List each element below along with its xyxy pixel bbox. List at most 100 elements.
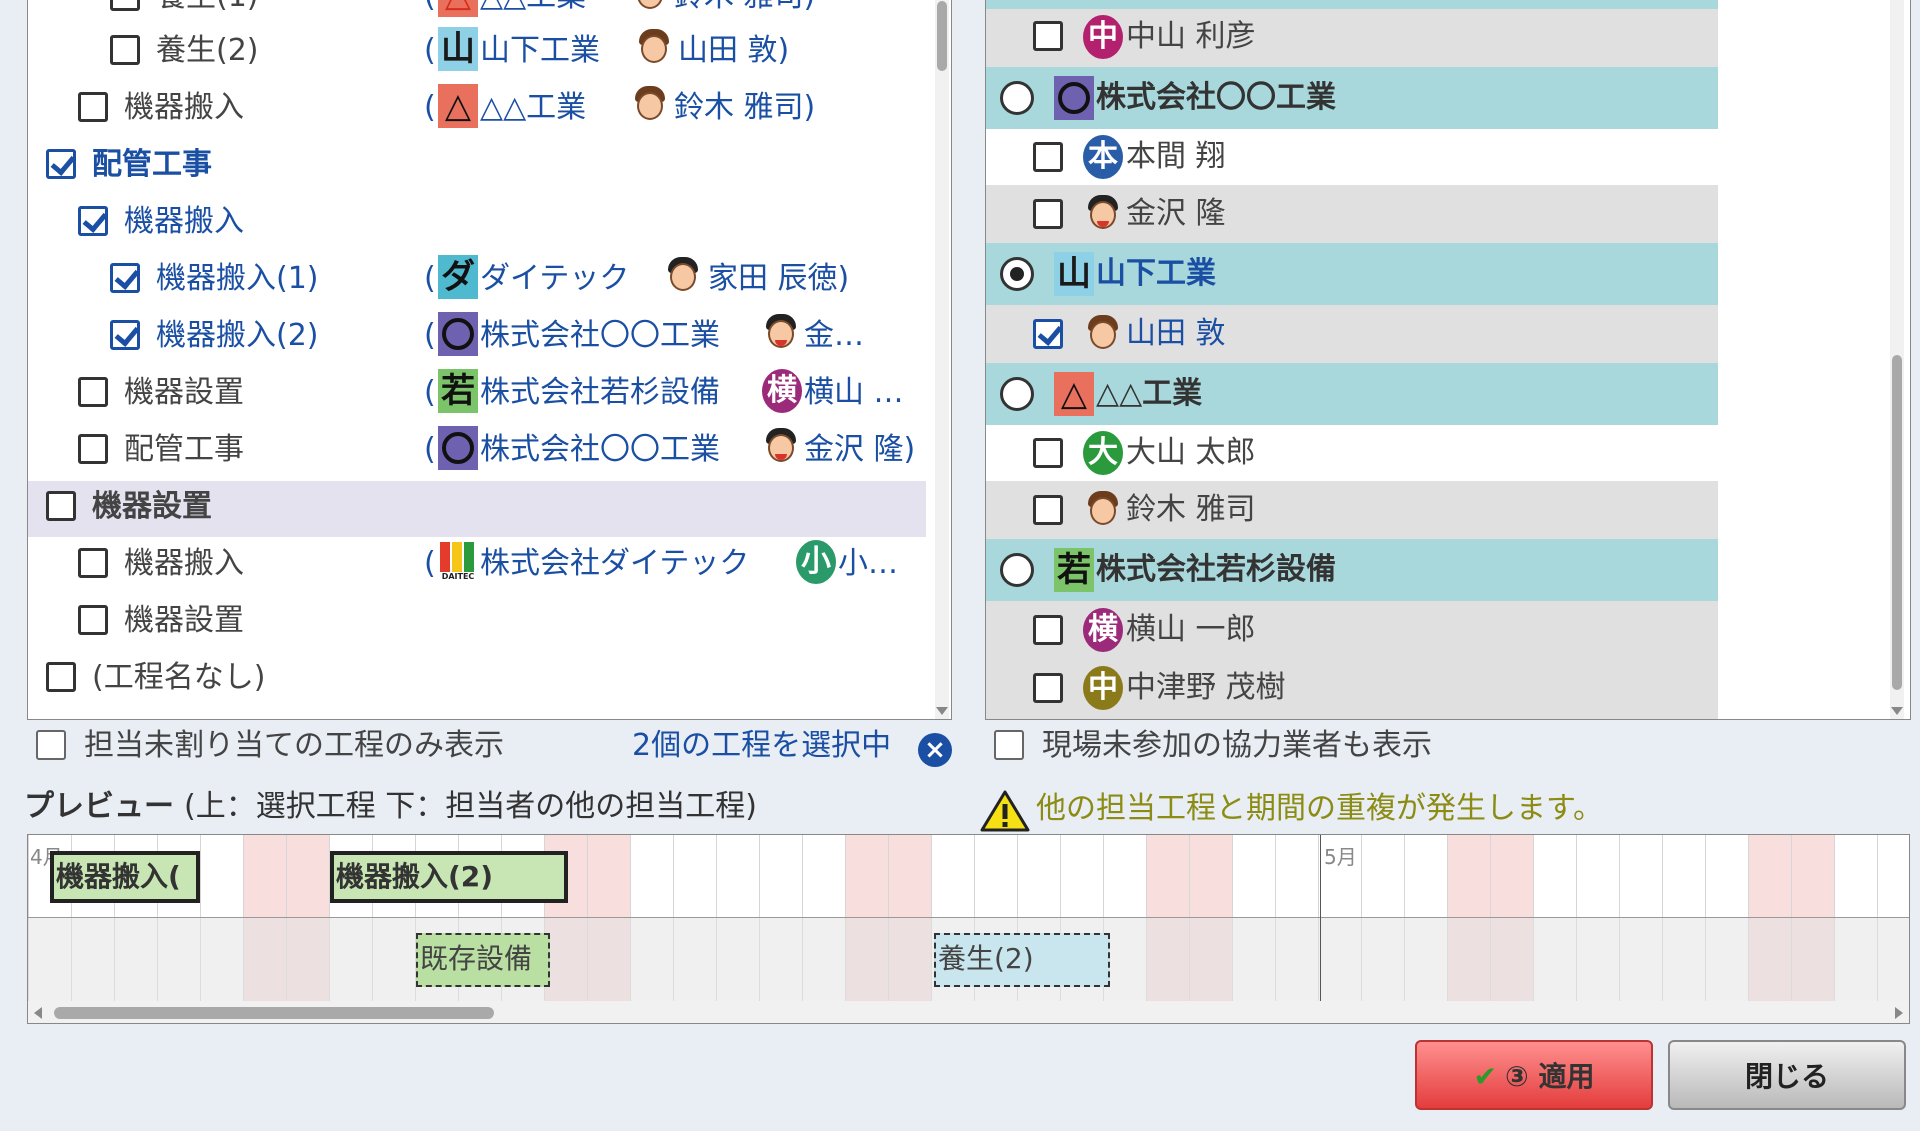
task-checkbox[interactable] [78, 434, 108, 464]
person-avatar-icon [1084, 193, 1122, 237]
scroll-left-arrow-icon[interactable] [34, 1007, 42, 1019]
task-checkbox[interactable] [110, 35, 140, 65]
person-avatar-icon [631, 84, 669, 128]
group-label[interactable]: 配管工事 [92, 145, 212, 185]
company-row[interactable]: 山 山下工業 [986, 243, 1718, 305]
task-tree-scrollbar[interactable] [935, 0, 949, 719]
unassigned-only-label[interactable]: 担当未割り当ての工程のみ表示 [84, 726, 504, 766]
gantt-hscrollbar[interactable] [28, 1001, 1909, 1023]
task-label[interactable]: 機器設置 [124, 601, 244, 641]
person-name: 金沢 隆) [804, 432, 916, 467]
company-row[interactable]: 株式会社〇〇工業 [986, 67, 1718, 129]
group-checkbox[interactable] [46, 149, 76, 179]
person-ko-icon: 小 [796, 540, 836, 584]
company-circle-icon [438, 426, 478, 470]
company-row[interactable]: △ △△工業 [986, 363, 1718, 425]
person-avatar-icon [762, 426, 800, 470]
scrollbar-thumb[interactable] [54, 1007, 494, 1019]
task-checkbox[interactable] [110, 320, 140, 350]
company-name: △△工業 [1096, 376, 1203, 411]
company-name: 株式会社〇〇工業 [1096, 80, 1336, 115]
person-checkbox[interactable] [1033, 199, 1063, 229]
group-checkbox[interactable] [46, 662, 76, 692]
clear-selection-close-icon[interactable]: × [918, 733, 952, 767]
show-non-participants-label[interactable]: 現場未参加の協力業者も表示 [1042, 726, 1432, 766]
task-label[interactable]: 機器設置 [124, 373, 244, 413]
person-avatar-icon [1084, 313, 1122, 357]
preview-title: プレビュー [24, 789, 174, 824]
person-row[interactable]: 本 本間 翔 [986, 129, 1718, 185]
subgroup-label[interactable]: 機器搬入 [124, 202, 244, 242]
gantt-bar-selected[interactable]: 機器搬入(2) [330, 851, 568, 903]
person-row[interactable]: 金沢 隆 [986, 185, 1718, 243]
task-label[interactable]: 養生(2) [156, 31, 259, 71]
person-avatar-icon [631, 0, 669, 17]
company-name: 株式会社〇〇工業 [480, 432, 720, 467]
company-name: 株式会社若杉設備 [1096, 552, 1336, 587]
person-name: 大山 太郎 [1126, 435, 1256, 470]
task-checkbox[interactable] [78, 377, 108, 407]
company-name: 株式会社ダイテック [480, 546, 750, 581]
company-name: 山下工業 [480, 33, 600, 68]
show-non-participants-checkbox[interactable] [994, 730, 1024, 760]
person-row[interactable]: 大 大山 太郎 [986, 425, 1718, 481]
task-label[interactable]: 機器搬入(1) [156, 259, 319, 299]
gantt-bar-selected[interactable]: 機器搬入( [50, 851, 200, 903]
company-waka-icon: 若 [1054, 548, 1094, 592]
person-name: 鈴木 雅司) [674, 90, 816, 125]
person-name: 金… [804, 318, 864, 353]
group-label[interactable]: (工程名なし) [92, 658, 265, 698]
gantt-bar-other[interactable]: 既存設備 [416, 933, 550, 987]
gantt-bar-other[interactable]: 養生(2) [934, 933, 1110, 987]
scrollbar-thumb[interactable] [1892, 355, 1902, 690]
worker-list-scrollbar[interactable] [1890, 0, 1904, 719]
person-row[interactable]: 中 中津野 茂樹 [986, 659, 1718, 719]
task-checkbox[interactable] [110, 0, 140, 11]
selected-count-label: 2個の工程を選択中 [632, 728, 892, 763]
person-avatar-icon [635, 27, 673, 71]
apply-label: ③ 適用 [1505, 1060, 1595, 1093]
person-row[interactable]: 山田 敦 [986, 305, 1718, 363]
check-icon: ✔ [1473, 1060, 1497, 1093]
task-checkbox[interactable] [110, 263, 140, 293]
apply-button[interactable]: ✔ ③ 適用 [1415, 1040, 1653, 1110]
scroll-down-arrow-icon[interactable] [1891, 707, 1903, 715]
task-checkbox[interactable] [78, 605, 108, 635]
person-checkbox[interactable] [1033, 142, 1063, 172]
person-checkbox[interactable] [1033, 495, 1063, 525]
task-checkbox[interactable] [78, 548, 108, 578]
person-checkbox[interactable] [1033, 319, 1063, 349]
scroll-down-arrow-icon[interactable] [936, 707, 948, 715]
subgroup-checkbox[interactable] [78, 206, 108, 236]
company-row[interactable]: 若 株式会社若杉設備 [986, 539, 1718, 601]
worker-list-panel: 中 中山 利彦 株式会社〇〇工業 本 本間 翔 金沢 隆 山 山下工業 山田 敦… [985, 0, 1911, 720]
person-row[interactable]: 鈴木 雅司 [986, 481, 1718, 539]
person-checkbox[interactable] [1033, 615, 1063, 645]
unassigned-only-checkbox[interactable] [36, 730, 66, 760]
company-name: ダイテック [480, 261, 630, 296]
task-label[interactable]: 機器搬入 [124, 88, 244, 128]
person-row[interactable]: 横 横山 一郎 [986, 601, 1718, 659]
person-checkbox[interactable] [1033, 438, 1063, 468]
company-circle-icon [438, 312, 478, 356]
person-checkbox[interactable] [1033, 673, 1063, 703]
person-row[interactable]: 中 中山 利彦 [986, 9, 1718, 67]
group-label[interactable]: 機器設置 [92, 487, 212, 527]
task-label[interactable]: 養生(1) [156, 0, 259, 17]
close-button[interactable]: 閉じる [1668, 1040, 1906, 1110]
person-checkbox[interactable] [1033, 21, 1063, 51]
company-name: 株式会社若杉設備 [480, 375, 720, 410]
task-label[interactable]: 機器搬入 [124, 544, 244, 584]
person-name: 本間 翔 [1126, 139, 1226, 174]
task-checkbox[interactable] [78, 92, 108, 122]
company-radio[interactable] [1000, 377, 1034, 411]
company-radio[interactable] [1000, 553, 1034, 587]
task-label[interactable]: 配管工事 [124, 430, 244, 470]
scrollbar-thumb[interactable] [937, 1, 947, 71]
scroll-right-arrow-icon[interactable] [1895, 1007, 1903, 1019]
company-radio[interactable] [1000, 257, 1034, 291]
group-checkbox[interactable] [46, 491, 76, 521]
company-radio[interactable] [1000, 81, 1034, 115]
task-label[interactable]: 機器搬入(2) [156, 316, 319, 356]
person-name: 横山 … [804, 375, 904, 410]
